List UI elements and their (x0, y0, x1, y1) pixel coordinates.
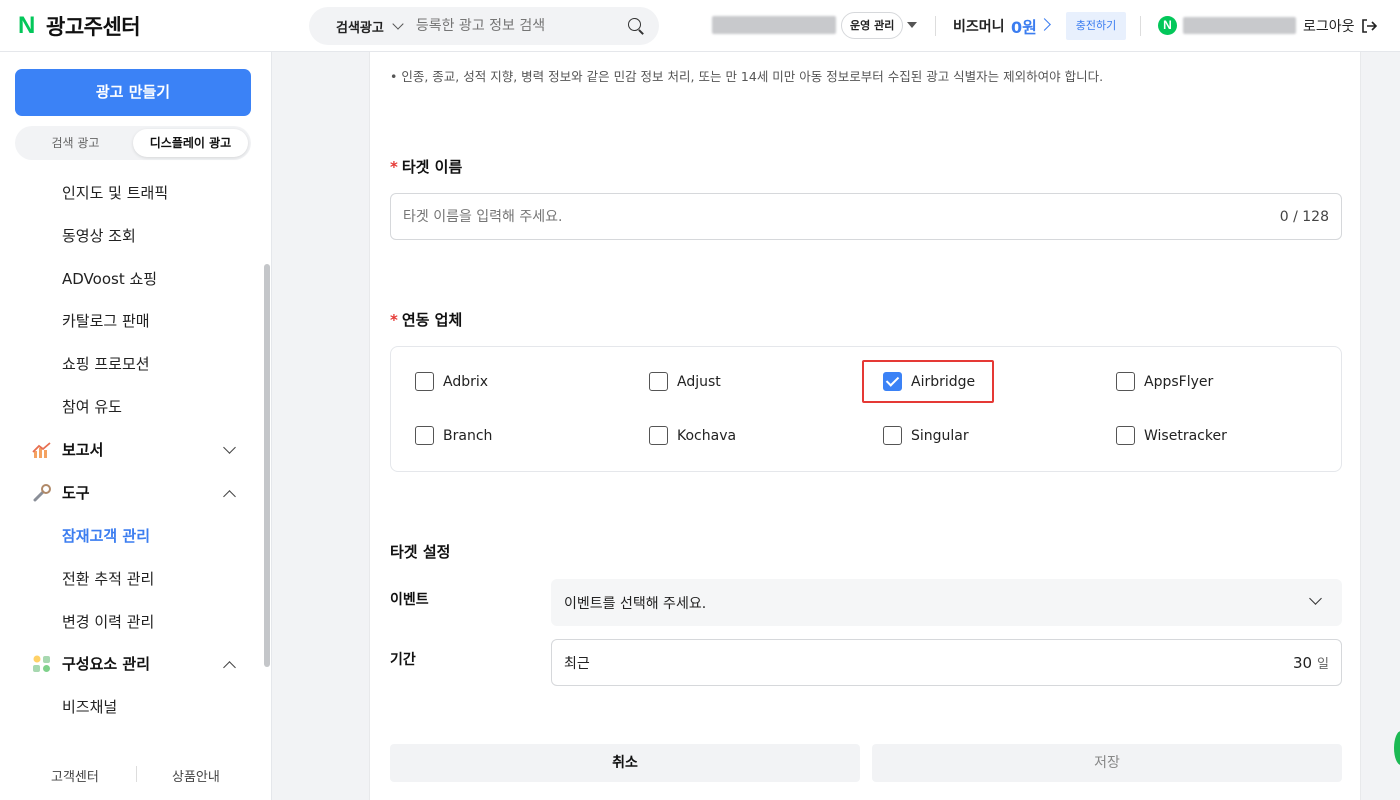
target-name-input[interactable] (403, 208, 1280, 225)
checkbox[interactable] (415, 426, 434, 445)
bizmoney-amount[interactable]: 0원 (1011, 14, 1037, 38)
event-select[interactable]: 이벤트를 선택해 주세요. (551, 579, 1342, 626)
vendor-adbrix[interactable]: Adbrix (415, 372, 488, 391)
privacy-note: • 인종, 종교, 성적 지향, 병력 정보와 같은 민감 정보 처리, 또는 … (390, 69, 1104, 84)
sidebar-item-bizchannel[interactable]: 비즈채널 (62, 696, 117, 717)
customer-center-link[interactable]: 고객센터 (51, 766, 99, 785)
tab-display-ad[interactable]: 디스플레이 광고 (133, 129, 248, 157)
divider (935, 16, 936, 36)
sidebar-scrollbar[interactable] (264, 264, 270, 667)
checkbox[interactable] (649, 372, 668, 391)
naver-n-icon: N (18, 12, 36, 39)
charge-button[interactable]: 충전하기 (1066, 12, 1126, 40)
floating-help-button[interactable] (1394, 731, 1400, 765)
chevron-down-icon[interactable] (392, 18, 404, 30)
sidebar-footer: 고객센터 상품안내 (0, 752, 271, 800)
target-name-label: * 타겟 이름 (390, 158, 463, 176)
search-input[interactable] (415, 18, 627, 34)
period-unit: 일 (1317, 657, 1329, 672)
vendor-singular[interactable]: Singular (883, 426, 969, 445)
sidebar: 광고 만들기 검색 광고 디스플레이 광고 인지도 및 트래픽 동영상 조회 A… (0, 52, 272, 800)
top-header: N 광고주센터 검색광고 운영 관리 비즈머니 0원 충전하기 N 로그아웃 (0, 0, 1400, 52)
report-chart-icon (32, 441, 51, 458)
char-counter: 0 / 128 (1279, 208, 1329, 225)
vendor-label: * 연동 업체 (390, 311, 463, 329)
sidebar-item-audience[interactable]: 잠재고객 관리 (62, 525, 150, 546)
sidebar-group-label: 구성요소 관리 (62, 655, 151, 673)
period-field: 최근 30 일 (551, 639, 1342, 686)
target-name-field: 0 / 128 (390, 193, 1342, 240)
product-info-link[interactable]: 상품안내 (172, 766, 220, 785)
checkbox[interactable] (415, 372, 434, 391)
chevron-right-icon[interactable] (1038, 18, 1051, 31)
sidebar-group-report[interactable]: 보고서 (32, 439, 103, 460)
divider (1140, 16, 1141, 36)
required-mark: * (390, 311, 398, 329)
logo[interactable]: N 광고주센터 (18, 11, 141, 41)
search-type-select[interactable]: 검색광고 (336, 17, 384, 36)
sidebar-item-shopping-promo[interactable]: 쇼핑 프로모션 (62, 353, 150, 374)
sidebar-group-label: 도구 (62, 484, 90, 502)
naver-user-icon: N (1158, 16, 1177, 35)
logout-icon[interactable] (1361, 18, 1377, 34)
divider (136, 766, 137, 782)
period-days-input[interactable]: 30 (1293, 654, 1312, 672)
account-name-redacted (712, 16, 836, 34)
ops-manage-button[interactable]: 운영 관리 (841, 12, 904, 39)
sidebar-item-conversion[interactable]: 전환 추적 관리 (62, 568, 154, 589)
cancel-button[interactable]: 취소 (390, 744, 860, 782)
checkbox[interactable] (883, 426, 902, 445)
logout-link[interactable]: 로그아웃 (1303, 16, 1355, 36)
vendor-kochava[interactable]: Kochava (649, 426, 736, 445)
event-label: 이벤트 (390, 592, 429, 608)
bizmoney-label: 비즈머니 (953, 19, 1005, 35)
vendor-branch[interactable]: Branch (415, 426, 492, 445)
search-box: 검색광고 (309, 7, 659, 45)
user-id-redacted (1183, 17, 1296, 34)
components-icon (33, 655, 50, 672)
sidebar-group-tools[interactable]: 도구 (32, 482, 90, 503)
sidebar-item-history[interactable]: 변경 이력 관리 (62, 611, 154, 632)
target-settings-label: 타겟 설정 (390, 543, 451, 561)
sidebar-group-label: 보고서 (62, 441, 104, 459)
vendor-appsflyer[interactable]: AppsFlyer (1116, 372, 1213, 391)
selection-highlight (862, 360, 994, 403)
sidebar-item-video-views[interactable]: 동영상 조회 (62, 225, 136, 246)
required-mark: * (390, 158, 398, 176)
sidebar-item-advoost[interactable]: ADVoost 쇼핑 (62, 268, 157, 289)
vendor-wisetracker[interactable]: Wisetracker (1116, 426, 1227, 445)
chevron-down-icon[interactable] (223, 441, 236, 454)
checkbox[interactable] (1116, 426, 1135, 445)
ad-type-tabs: 검색 광고 디스플레이 광고 (15, 126, 251, 160)
tab-search-ad[interactable]: 검색 광고 (18, 129, 133, 157)
checkbox[interactable] (649, 426, 668, 445)
event-select-value: 이벤트를 선택해 주세요. (564, 595, 707, 612)
save-button[interactable]: 저장 (872, 744, 1342, 782)
chevron-down-icon[interactable] (1309, 592, 1322, 605)
search-icon[interactable] (627, 17, 645, 35)
audience-form-panel: • 인종, 종교, 성적 지향, 병력 정보와 같은 민감 정보 처리, 또는 … (369, 52, 1361, 800)
wrench-icon (33, 483, 51, 501)
sidebar-item-engagement[interactable]: 참여 유도 (62, 396, 122, 417)
period-label: 기간 (390, 652, 416, 668)
checkbox[interactable] (1116, 372, 1135, 391)
logo-text: 광고주센터 (46, 15, 141, 39)
period-prefix: 최근 (564, 655, 590, 672)
caret-down-icon[interactable] (907, 22, 917, 28)
sidebar-item-awareness[interactable]: 인지도 및 트래픽 (62, 182, 168, 203)
sidebar-item-catalog[interactable]: 카탈로그 판매 (62, 310, 150, 331)
create-ad-button[interactable]: 광고 만들기 (15, 69, 251, 116)
chevron-up-icon[interactable] (223, 661, 236, 674)
sidebar-group-components[interactable]: 구성요소 관리 (32, 653, 150, 674)
vendor-adjust[interactable]: Adjust (649, 372, 721, 391)
chevron-up-icon[interactable] (223, 490, 236, 503)
